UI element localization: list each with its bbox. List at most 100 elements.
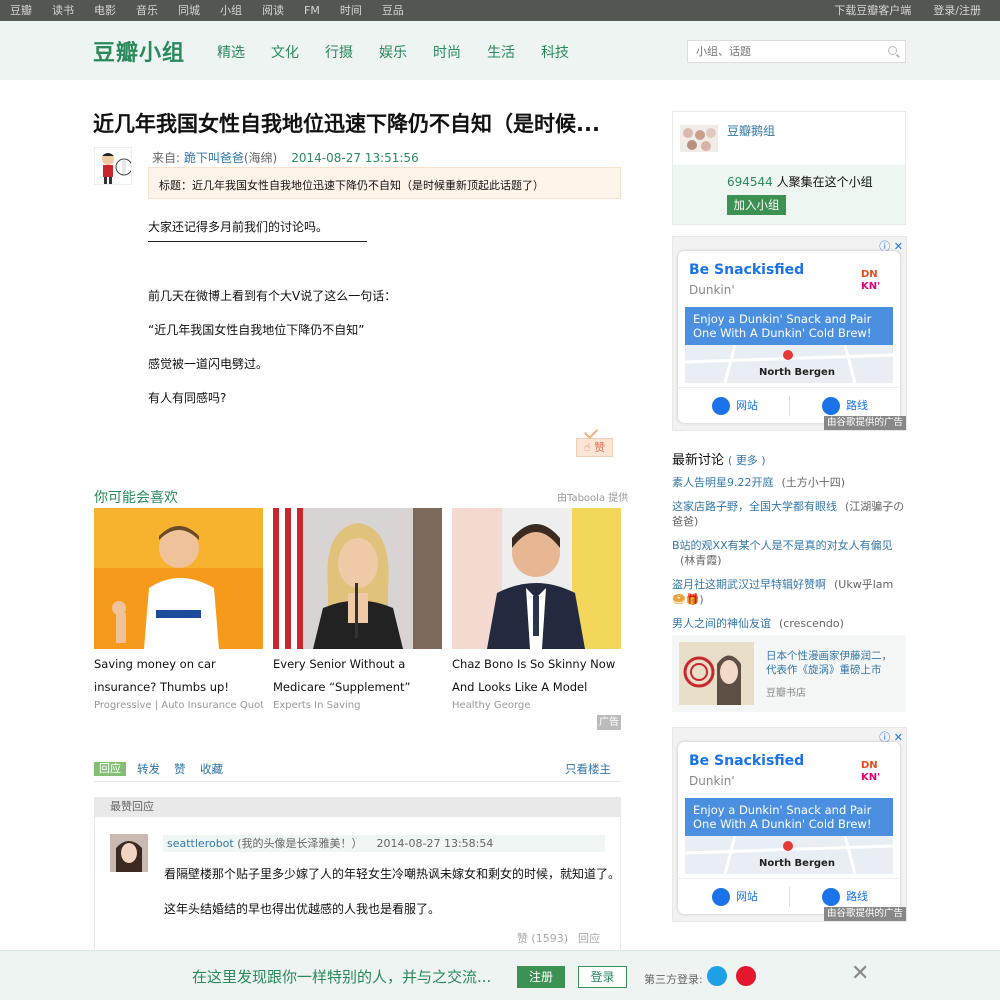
ad-action-divider — [789, 887, 790, 907]
category-life[interactable]: 生活 — [487, 42, 515, 62]
ad-website-button[interactable]: 网站 — [712, 397, 758, 415]
recommend-card[interactable]: Chaz Bono Is So Skinny Now And Looks Lik… — [452, 508, 621, 711]
reply-text-line: 看隔壁楼那个贴子里多少嫁了人的年轻女生冷嘲热讽未嫁女和剩女的时候，就知道了。 — [164, 867, 621, 881]
search-icon[interactable] — [888, 46, 897, 55]
discussion-link[interactable]: 男人之间的神仙友谊 — [672, 617, 771, 630]
discussion-link[interactable]: B站的观XX有某个人是不是真的对女人有偏见 — [672, 539, 893, 552]
recommend-caption[interactable]: Every Senior Without a Medicare “Supplem… — [273, 653, 442, 699]
recommend-image[interactable] — [452, 508, 621, 649]
third-party-login-label: 第三方登录: — [644, 973, 703, 986]
discussion-link[interactable]: 这家店路子野，全国大学都有眼线 — [672, 500, 837, 513]
ad-banner-text: Enjoy a Dunkin' Snack and Pair One With … — [685, 798, 893, 836]
list-item: 这家店路子野，全国大学都有眼线 (江湖骗子の爸爸) — [672, 499, 906, 529]
top-navbar: 豆瓣 读书 电影 音乐 同城 小组 阅读 FM 时间 豆品 下载豆瓣客户端 登录… — [0, 0, 1000, 21]
recommend-sponsor[interactable]: Healthy George — [452, 700, 621, 711]
book-cover[interactable] — [679, 642, 754, 705]
recommend-card[interactable]: Every Senior Without a Medicare “Supplem… — [273, 508, 442, 711]
group-name-link[interactable]: 豆瓣鹅组 — [727, 122, 775, 139]
ad-route-button[interactable]: 路线 — [822, 397, 868, 415]
weibo-login-icon[interactable] — [736, 966, 756, 986]
content-divider — [148, 241, 367, 242]
share-button[interactable]: 转发 — [137, 761, 160, 777]
download-app-link[interactable]: 下载豆瓣客户端 — [834, 0, 911, 21]
recommend-caption[interactable]: Chaz Bono Is So Skinny Now And Looks Lik… — [452, 653, 621, 699]
top-nav-book[interactable]: 读书 — [52, 0, 74, 21]
latest-discussions-list: 素人告明星9.22开庭 (土方小十四) 这家店路子野，全国大学都有眼线 (江湖骗子の… — [672, 475, 906, 640]
ad-headline[interactable]: Be Snackisfied — [689, 753, 804, 769]
top-nav-movie[interactable]: 电影 — [94, 0, 116, 21]
login-register-link[interactable]: 登录/注册 — [933, 0, 981, 21]
reply-time: 2014-08-27 13:58:54 — [376, 837, 494, 850]
ad-card[interactable]: Be Snackisfied Dunkin' DN KN' Enjoy a Du… — [678, 251, 900, 423]
category-featured[interactable]: 精选 — [217, 42, 245, 62]
op-only-button[interactable]: 只看楼主 — [565, 761, 611, 777]
reply-author[interactable]: seattlerobot — [167, 837, 234, 850]
category-tech[interactable]: 科技 — [541, 42, 569, 62]
close-icon[interactable]: ✕ — [851, 961, 869, 986]
book-promo-text[interactable]: 日本个性漫画家伊藤润二，代表作《旋涡》重磅上市 — [766, 649, 902, 677]
top-nav-read[interactable]: 阅读 — [262, 0, 284, 21]
list-item: 男人之间的神仙友谊 (crescendo) — [672, 616, 906, 631]
top-nav-group[interactable]: 小组 — [220, 0, 242, 21]
more-label: 更多 — [735, 454, 758, 467]
more-link[interactable]: ( 更多 ) — [728, 454, 766, 467]
ad-headline[interactable]: Be Snackisfied — [689, 262, 804, 278]
top-nav-douban[interactable]: 豆瓣 — [10, 0, 32, 21]
full-title-box: 标题：近几年我国女性自我地位迅速下降仍不自知（是时候重新顶起此话题了） — [148, 167, 621, 199]
top-nav-music[interactable]: 音乐 — [136, 0, 158, 21]
site-logo[interactable]: 豆瓣小组 — [93, 35, 185, 67]
ad-map[interactable]: Enjoy a Dunkin' Snack and Pair One With … — [685, 307, 893, 383]
author-avatar[interactable] — [94, 147, 132, 185]
top-nav-market[interactable]: 豆品 — [382, 0, 404, 21]
reply-meta: seattlerobot (我的头像是长泽雅美！） 2014-08-27 13:5… — [163, 835, 605, 852]
globe-icon — [712, 397, 730, 415]
reply-reply-button[interactable]: 回应 — [578, 932, 600, 945]
paragraph-2: 前几天在微博上看到有个大V说了这么一句话： — [148, 289, 397, 303]
top-nav-location[interactable]: 同城 — [178, 0, 200, 21]
search-box — [687, 40, 906, 63]
discussion-link[interactable]: 素人告明星9.22开庭 — [672, 476, 774, 489]
ad-place-name: North Bergen — [759, 858, 835, 869]
ad-map[interactable]: Enjoy a Dunkin' Snack and Pair One With … — [685, 798, 893, 874]
login-button[interactable]: 登录 — [578, 966, 627, 988]
topic-meta: 来自: 跪下叫爸爸(海绵) 2014-08-27 13:51:56 — [152, 149, 419, 166]
ad-banner-text: Enjoy a Dunkin' Snack and Pair One With … — [685, 307, 893, 345]
like-button[interactable]: ☝ 赞 — [576, 438, 613, 457]
recommend-sponsor[interactable]: Progressive | Auto Insurance Quotes — [94, 700, 263, 711]
join-group-button[interactable]: 加入小组 — [727, 195, 786, 215]
author-link[interactable]: 跪下叫爸爸 — [184, 151, 244, 165]
recommend-source[interactable]: 由Taboola 提供 — [557, 489, 628, 504]
recommend-sponsor[interactable]: Experts In Saving — [273, 700, 442, 711]
globe-icon — [712, 888, 730, 906]
qq-login-icon[interactable] — [707, 966, 727, 986]
recommend-image[interactable] — [94, 508, 263, 649]
like-action[interactable]: 赞 — [174, 761, 186, 777]
category-travel[interactable]: 行摄 — [325, 42, 353, 62]
category-fashion[interactable]: 时尚 — [433, 42, 461, 62]
collect-button[interactable]: 收藏 — [200, 761, 223, 777]
recommend-image[interactable] — [273, 508, 442, 649]
list-item: 素人告明星9.22开庭 (土方小十四) — [672, 475, 906, 490]
ad-website-button[interactable]: 网站 — [712, 888, 758, 906]
reply-button[interactable]: 回应 — [94, 762, 126, 776]
register-button[interactable]: 注册 — [517, 966, 565, 988]
book-promo[interactable]: 日本个性漫画家伊藤润二，代表作《旋涡》重磅上市 豆瓣书店 — [672, 635, 906, 712]
reply-avatar[interactable] — [110, 834, 148, 872]
recommend-caption[interactable]: Saving money on car insurance? Thumbs up… — [94, 653, 263, 699]
recommend-card[interactable]: Saving money on car insurance? Thumbs up… — [94, 508, 263, 711]
category-culture[interactable]: 文化 — [271, 42, 299, 62]
top-nav-time[interactable]: 时间 — [340, 0, 362, 21]
ad-place-name: North Bergen — [759, 367, 835, 378]
signup-slogan: 在这里发现跟你一样特别的人，并与之交流... — [192, 968, 492, 986]
ad-card[interactable]: Be Snackisfied Dunkin' DN KN' Enjoy a Du… — [678, 742, 900, 914]
discussion-link[interactable]: 盗月社这期武汉过早特辑好赞啊 — [672, 578, 826, 591]
directions-icon — [822, 888, 840, 906]
paragraph-4: 感觉被一道闪电劈过。 — [148, 357, 269, 371]
top-nav-fm[interactable]: FM — [304, 0, 320, 21]
reply-like-button[interactable]: 赞 (1593) — [517, 932, 568, 945]
category-entertainment[interactable]: 娱乐 — [379, 42, 407, 62]
search-input[interactable] — [688, 41, 878, 62]
ad-route-button[interactable]: 路线 — [822, 888, 868, 906]
svg-text:KN': KN' — [861, 281, 880, 291]
group-thumbnail[interactable] — [680, 125, 718, 152]
